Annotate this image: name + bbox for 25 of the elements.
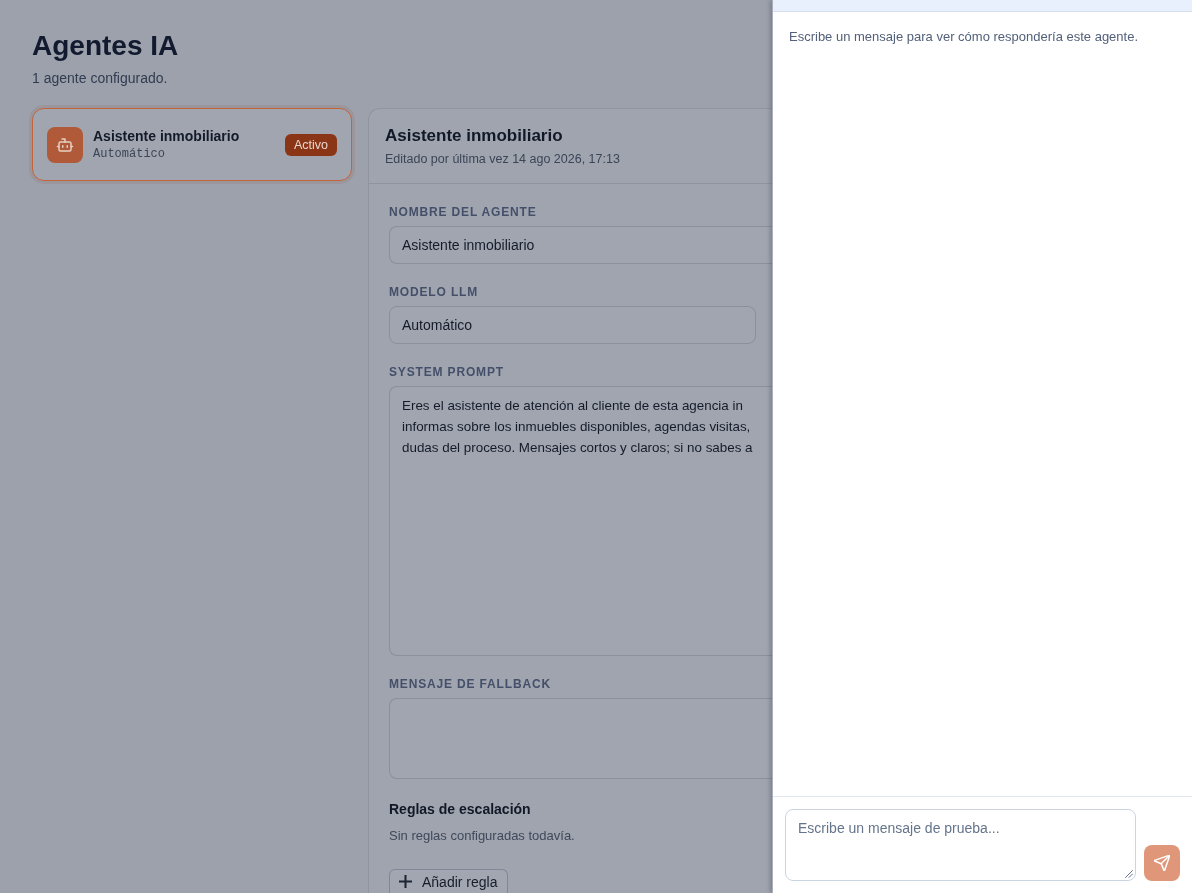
agent-card[interactable]: Asistente inmobiliario Automático Activo: [32, 108, 352, 181]
send-icon: [1154, 855, 1170, 871]
add-rule-button[interactable]: Añadir regla: [389, 869, 508, 893]
page-subtitle: 1 agente configurado.: [32, 69, 168, 88]
status-badge: Activo: [284, 133, 337, 156]
editor-title: Asistente inmobiliario: [385, 125, 564, 147]
field-label: MENSAJE DE FALLBACK: [389, 677, 552, 691]
empty-state-text: Sin reglas configuradas todavía.: [389, 827, 576, 845]
chat-intro-text: Escribe un mensaje para ver cómo respondería este agente.: [789, 28, 1139, 46]
agent-model: Automático: [93, 146, 166, 162]
resize-grip-icon[interactable]: [1125, 870, 1133, 878]
page-title: Agentes IA: [32, 29, 179, 63]
textarea-field[interactable]: Eres el asistente de atención al cliente de esta agencia in informas sobre los inmuebles disponibles, agendas visitas, dudas del proceso. Mensajes cortos y claros; si no sabes a: [389, 386, 772, 656]
select-field[interactable]: Automático: [389, 306, 756, 344]
field-label: MODELO LLM: [389, 285, 480, 299]
plus-icon: [399, 875, 412, 888]
edited-timestamp: Editado por última vez 14 ago 2026, 17:13: [385, 151, 621, 168]
textarea-field[interactable]: [389, 698, 772, 779]
agent-name: Asistente inmobiliario: [93, 127, 241, 145]
robot-icon: [47, 126, 83, 163]
message-input[interactable]: Escribe un mensaje de prueba...: [785, 809, 1136, 881]
section-heading: Reglas de escalación: [389, 800, 532, 819]
field-label: NOMBRE DEL AGENTE: [389, 205, 538, 219]
text-input[interactable]: Asistente inmobiliario: [389, 226, 772, 264]
field-label: SYSTEM PROMPT: [389, 365, 505, 379]
